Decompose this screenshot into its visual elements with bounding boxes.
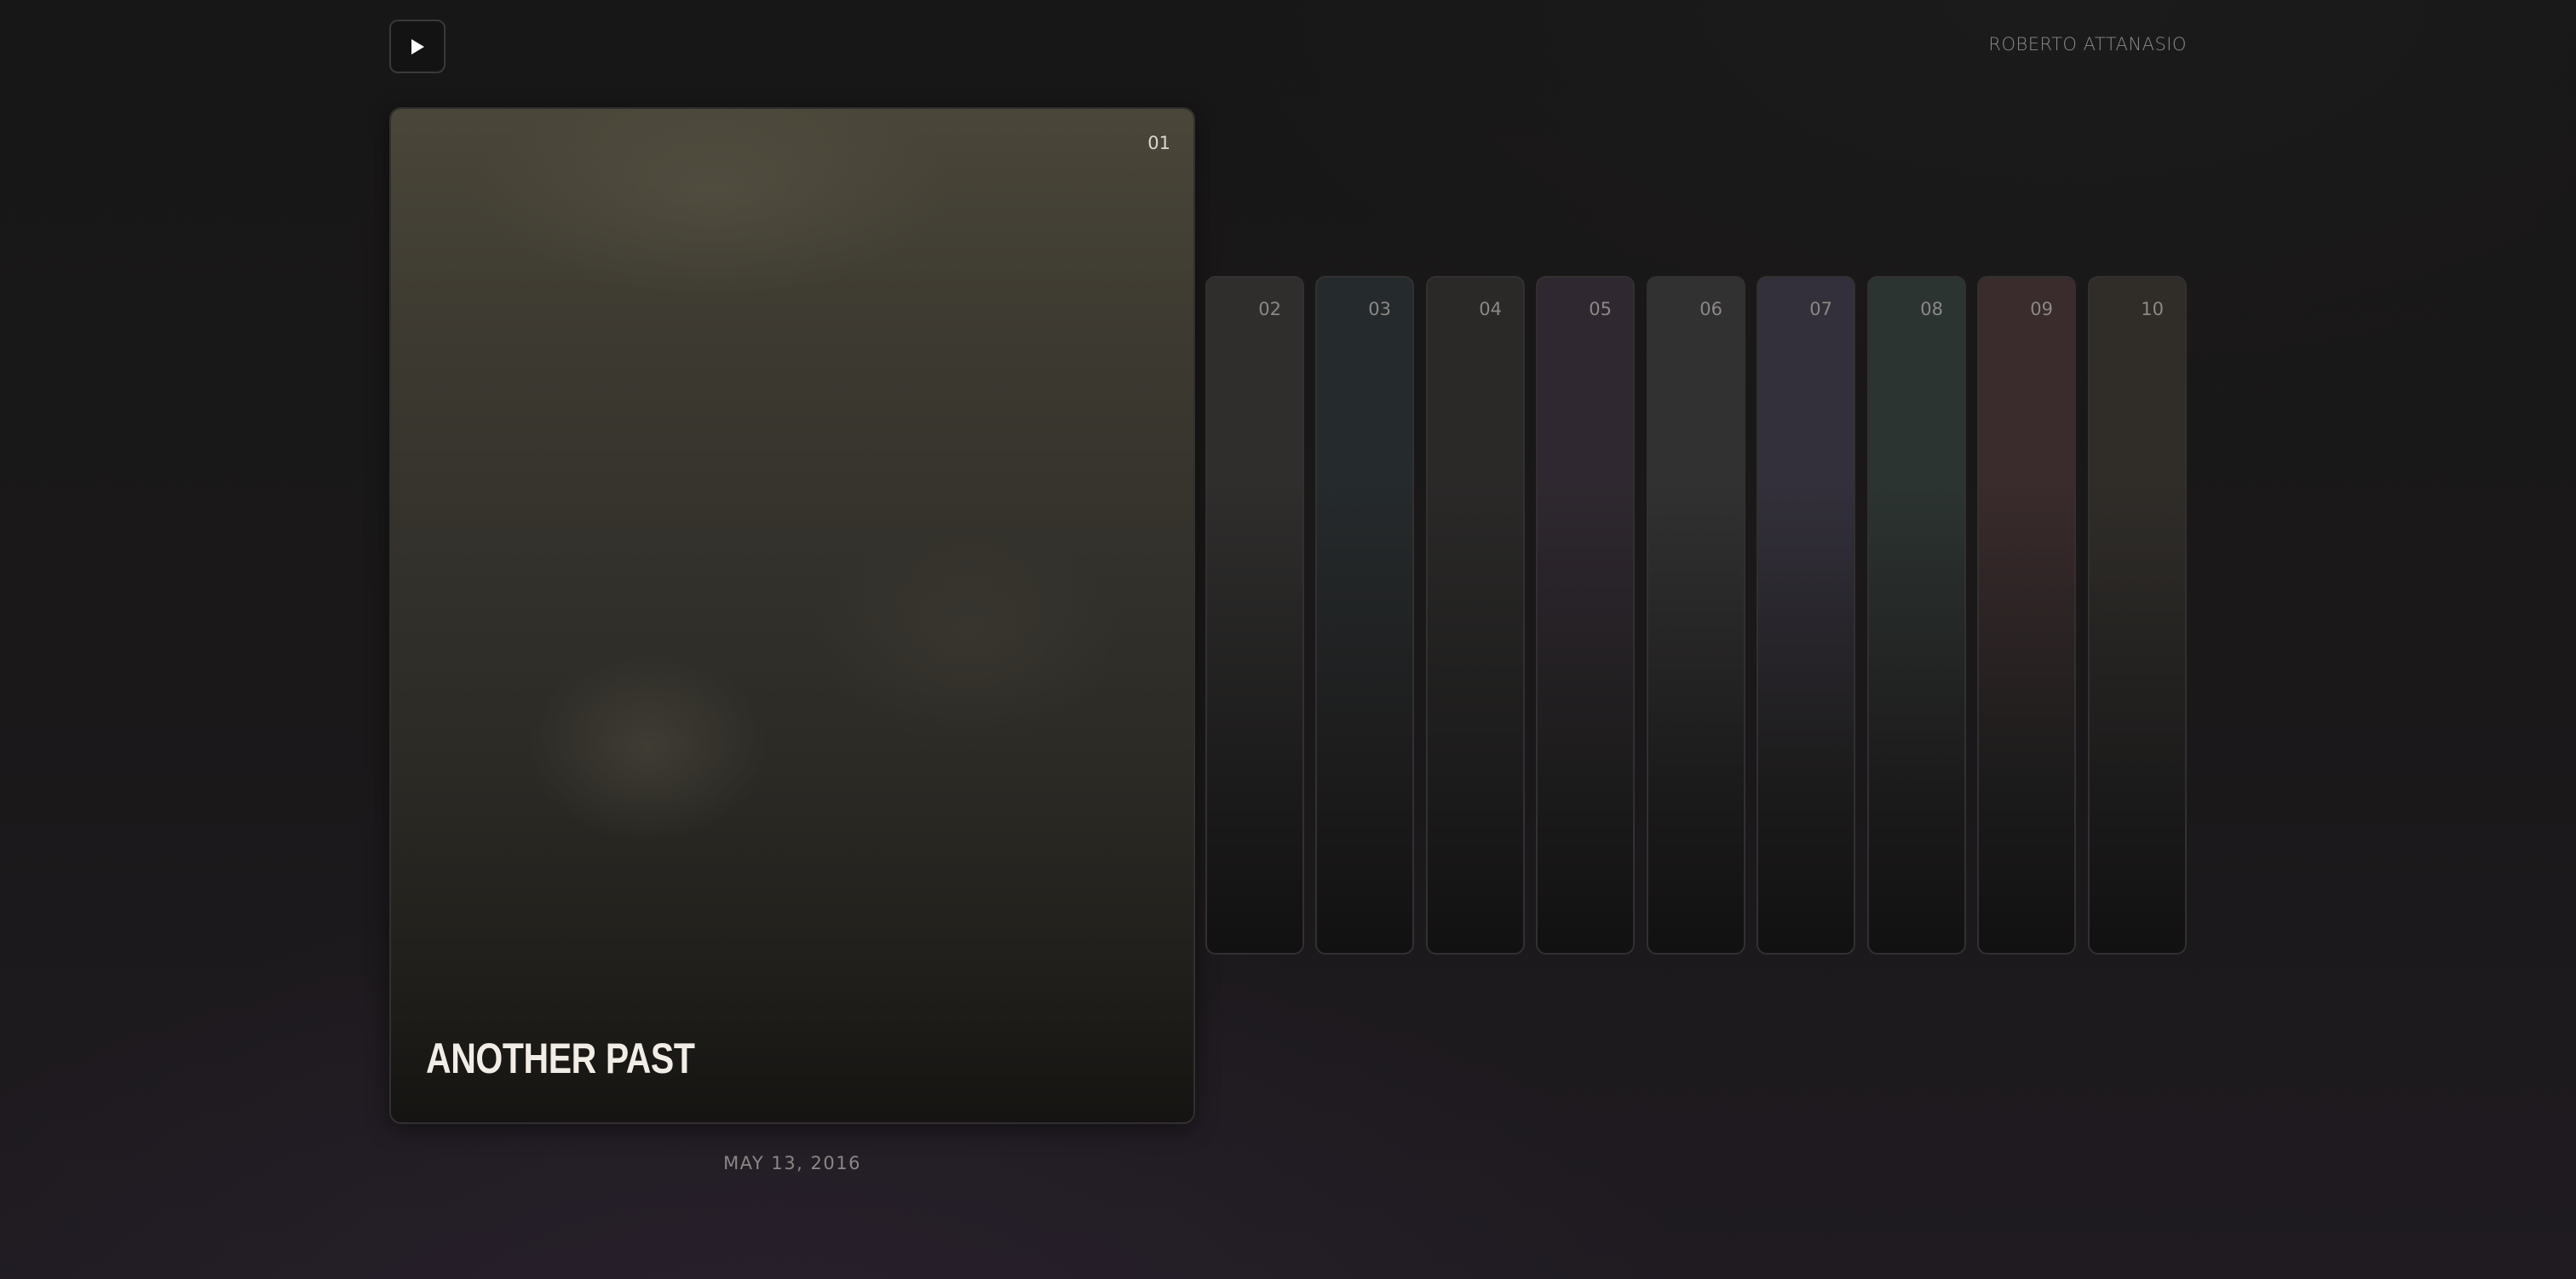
thumbnail-card[interactable]: 05 xyxy=(1536,276,1635,955)
play-icon xyxy=(411,38,424,54)
thumbnail-number: 04 xyxy=(1479,299,1502,319)
thumbnail-card[interactable]: 09 xyxy=(1977,276,2076,955)
author-name[interactable]: ROBERTO ATTANASIO xyxy=(1988,34,2187,54)
thumbnail-number: 06 xyxy=(1699,299,1722,319)
thumbnail-number: 08 xyxy=(1920,299,1943,319)
featured-date: MAY 13, 2016 xyxy=(723,1153,861,1173)
featured-card-number: 01 xyxy=(1147,133,1170,153)
thumbnail-number: 05 xyxy=(1589,299,1612,319)
thumbnail-number: 07 xyxy=(1809,299,1832,319)
thumbnail-card[interactable]: 06 xyxy=(1647,276,1745,955)
play-button[interactable] xyxy=(389,20,446,73)
featured-card-title: ANOTHER PAST xyxy=(426,1035,695,1082)
thumbnail-card[interactable]: 03 xyxy=(1315,276,1414,955)
featured-card[interactable]: 01 ANOTHER PAST xyxy=(389,107,1195,1124)
featured-image xyxy=(391,109,1193,1122)
thumbnail-number: 03 xyxy=(1368,299,1391,319)
thumbnail-number: 02 xyxy=(1258,299,1281,319)
thumbnail-card[interactable]: 08 xyxy=(1867,276,1966,955)
thumbnail-card[interactable]: 07 xyxy=(1757,276,1855,955)
thumbnail-card[interactable]: 04 xyxy=(1426,276,1525,955)
thumbnail-card[interactable]: 02 xyxy=(1205,276,1304,955)
thumbnail-number: 09 xyxy=(2030,299,2053,319)
thumbnail-card[interactable]: 10 xyxy=(2088,276,2187,955)
thumbnail-number: 10 xyxy=(2141,299,2164,319)
